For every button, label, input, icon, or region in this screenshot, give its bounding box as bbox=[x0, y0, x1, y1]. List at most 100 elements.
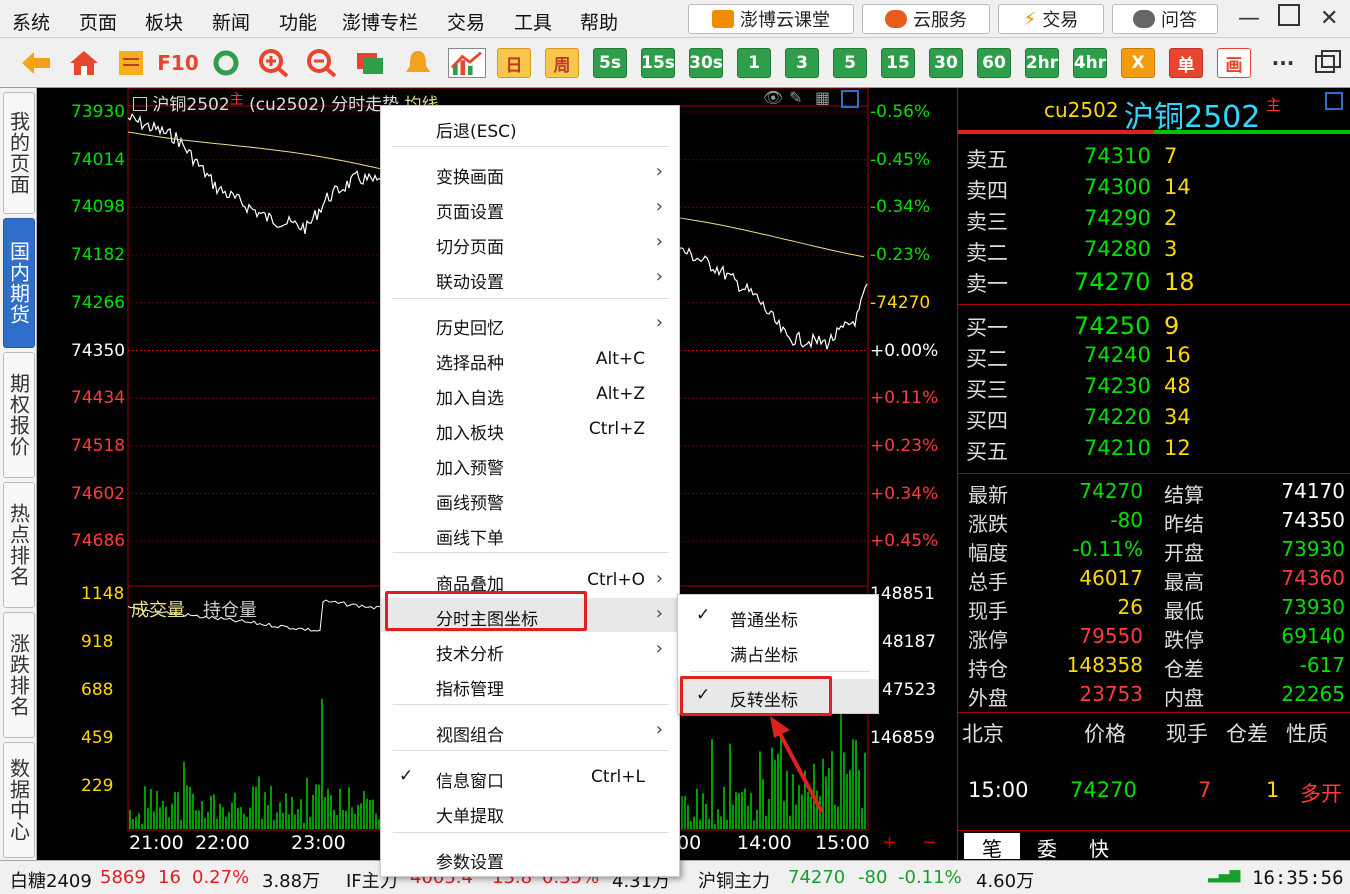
sidebar-tab-change-rank[interactable]: 涨跌排名 bbox=[3, 612, 35, 738]
period-2hr[interactable]: 2hr bbox=[1025, 48, 1059, 78]
more-icon[interactable]: ··· bbox=[1266, 48, 1300, 78]
period-30[interactable]: 30 bbox=[929, 48, 963, 78]
refresh-icon[interactable] bbox=[210, 48, 242, 78]
period-1[interactable]: 1 bbox=[737, 48, 771, 78]
sidebar-tab-my-page[interactable]: 我的页面 bbox=[3, 92, 35, 214]
zoom-in-icon[interactable] bbox=[258, 48, 290, 78]
stat-row[interactable]: 幅度 -0.11% 开盘 73930 bbox=[958, 537, 1350, 565]
period-5s[interactable]: 5s bbox=[593, 48, 627, 78]
sidebar-tab-data-center[interactable]: 数据中心 bbox=[3, 742, 35, 858]
context-menu-item[interactable]: 后退(ESC) bbox=[381, 110, 681, 144]
bid-row[interactable]: 买三 74230 48 bbox=[958, 374, 1350, 402]
context-menu-item[interactable]: 选择品种 Alt+C bbox=[381, 342, 681, 376]
bid-row[interactable]: 买一 74250 9 bbox=[958, 312, 1350, 340]
context-menu-item[interactable]: 页面设置 › bbox=[381, 191, 681, 225]
submenu-item[interactable]: 满占坐标 bbox=[678, 634, 878, 668]
cloud-button[interactable]: 云服务 bbox=[862, 4, 990, 34]
context-menu-item[interactable]: 指标管理 bbox=[381, 668, 681, 702]
x-button[interactable]: X bbox=[1121, 48, 1155, 78]
menu-sector[interactable]: 板块 bbox=[145, 8, 183, 35]
chart-trend-icon[interactable] bbox=[448, 48, 486, 78]
context-menu-item[interactable]: 加入预警 bbox=[381, 447, 681, 481]
period-day[interactable]: 日 bbox=[497, 48, 531, 78]
tab-quick[interactable]: 快 bbox=[1074, 833, 1124, 861]
period-week[interactable]: 周 bbox=[545, 48, 579, 78]
menu-trade[interactable]: 交易 bbox=[447, 8, 485, 35]
menu-function[interactable]: 功能 bbox=[279, 8, 317, 35]
draw-button[interactable]: 画 bbox=[1217, 48, 1251, 78]
window-icon[interactable] bbox=[354, 48, 386, 78]
context-menu-item[interactable]: 加入板块 Ctrl+Z bbox=[381, 412, 681, 446]
context-menu-item[interactable]: 切分页面 › bbox=[381, 226, 681, 260]
close-icon[interactable]: ✕ bbox=[1320, 6, 1338, 31]
ask-row[interactable]: 卖四 74300 14 bbox=[958, 175, 1350, 203]
context-menu-item[interactable]: 加入自选 Alt+Z bbox=[381, 377, 681, 411]
menu-news[interactable]: 新闻 bbox=[212, 8, 250, 35]
menu-column[interactable]: 澎博专栏 bbox=[342, 8, 418, 35]
sidebar-tab-hot-rank[interactable]: 热点排名 bbox=[3, 482, 35, 608]
plus-icon[interactable]: + bbox=[882, 832, 897, 853]
sidebar-tab-futures[interactable]: 国内期货 bbox=[3, 218, 35, 348]
tab-trades[interactable]: 笔 bbox=[964, 833, 1020, 861]
stat-row[interactable]: 持仓 148358 仓差 -617 bbox=[958, 653, 1350, 681]
period-30s[interactable]: 30s bbox=[689, 48, 723, 78]
period-15s[interactable]: 15s bbox=[641, 48, 675, 78]
minus-icon[interactable]: − bbox=[922, 832, 937, 853]
context-menu-item[interactable]: 参数设置 bbox=[381, 841, 681, 875]
ask-row[interactable]: 卖三 74290 2 bbox=[958, 206, 1350, 234]
panel-toggle-icon[interactable] bbox=[841, 90, 859, 108]
home-icon[interactable] bbox=[68, 48, 100, 78]
grid-icon[interactable]: ▦ bbox=[815, 88, 830, 107]
context-menu-item[interactable]: 画线预警 bbox=[381, 482, 681, 516]
ask-row[interactable]: 卖五 74310 7 bbox=[958, 144, 1350, 172]
stat-row[interactable]: 涨停 79550 跌停 69140 bbox=[958, 624, 1350, 652]
quote-toggle-icon[interactable] bbox=[1325, 92, 1343, 110]
minimize-icon[interactable]: — bbox=[1238, 6, 1260, 31]
notes-icon[interactable] bbox=[115, 48, 147, 78]
eye-icon[interactable]: 👁 bbox=[763, 88, 783, 107]
window-restore-icon[interactable] bbox=[1312, 48, 1344, 78]
context-menu-item[interactable]: 联动设置 › bbox=[381, 261, 681, 295]
context-menu-item[interactable]: 技术分析 › bbox=[381, 633, 681, 667]
single-button[interactable]: 单 bbox=[1169, 48, 1203, 78]
period-4hr[interactable]: 4hr bbox=[1073, 48, 1107, 78]
period-60[interactable]: 60 bbox=[977, 48, 1011, 78]
trade-button[interactable]: ⚡ 交易 bbox=[998, 4, 1104, 34]
stat-row[interactable]: 最新 74270 结算 74170 bbox=[958, 479, 1350, 507]
context-menu-item[interactable]: 视图组合 › bbox=[381, 714, 681, 748]
menu-system[interactable]: 系统 bbox=[12, 8, 50, 35]
ask-row[interactable]: 卖二 74280 3 bbox=[958, 237, 1350, 265]
bid-row[interactable]: 买四 74220 34 bbox=[958, 405, 1350, 433]
pencil-icon[interactable]: ✎ bbox=[789, 88, 802, 107]
period-3[interactable]: 3 bbox=[785, 48, 819, 78]
maximize-icon[interactable] bbox=[1278, 4, 1300, 26]
stat-row[interactable]: 涨跌 -80 昨结 74350 bbox=[958, 508, 1350, 536]
stat-row[interactable]: 现手 26 最低 73930 bbox=[958, 595, 1350, 623]
ask-row[interactable]: 卖一 74270 18 bbox=[958, 268, 1350, 296]
context-menu-item[interactable]: 大单提取 bbox=[381, 795, 681, 829]
bid-row[interactable]: 买二 74240 16 bbox=[958, 343, 1350, 371]
menu-page[interactable]: 页面 bbox=[79, 8, 117, 35]
sidebar-tab-options[interactable]: 期权报价 bbox=[3, 352, 35, 478]
menu-tools[interactable]: 工具 bbox=[514, 8, 552, 35]
context-menu-item[interactable]: 画线下单 bbox=[381, 517, 681, 551]
context-menu-item[interactable]: 信息窗口 Ctrl+L ✓ bbox=[381, 760, 681, 794]
period-15[interactable]: 15 bbox=[881, 48, 915, 78]
period-5[interactable]: 5 bbox=[833, 48, 867, 78]
status-s1-name[interactable]: 白糖2409 bbox=[10, 867, 92, 893]
stat-row[interactable]: 总手 46017 最高 74360 bbox=[958, 566, 1350, 594]
bell-icon[interactable] bbox=[402, 48, 434, 78]
back-arrow-icon[interactable] bbox=[20, 48, 52, 78]
f10-button[interactable]: F10 bbox=[157, 48, 199, 78]
zoom-out-icon[interactable] bbox=[306, 48, 338, 78]
context-menu-item[interactable]: 变换画面 › bbox=[381, 156, 681, 190]
menu-help[interactable]: 帮助 bbox=[580, 8, 618, 35]
course-button[interactable]: 澎博云课堂 bbox=[688, 4, 854, 34]
stat-row[interactable]: 外盘 23753 内盘 22265 bbox=[958, 682, 1350, 710]
context-menu-item[interactable]: 历史回忆 › bbox=[381, 307, 681, 341]
status-s3-name[interactable]: 沪铜主力 bbox=[698, 867, 770, 893]
qa-button[interactable]: 问答 bbox=[1112, 4, 1218, 34]
bid-row[interactable]: 买五 74210 12 bbox=[958, 436, 1350, 464]
tab-orders[interactable]: 委 bbox=[1022, 833, 1072, 861]
submenu-item[interactable]: 普通坐标 ✓ bbox=[678, 599, 878, 633]
